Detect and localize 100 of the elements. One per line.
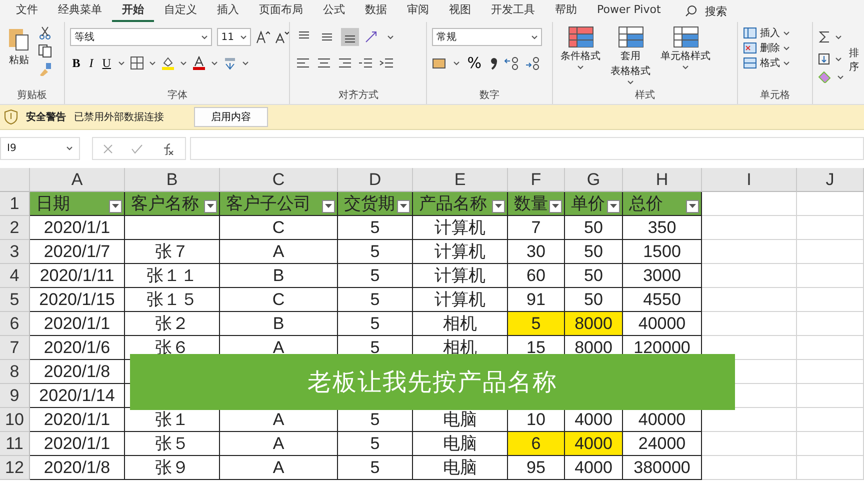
style-button[interactable]: 单元格样式 — [658, 26, 714, 88]
formula-input[interactable] — [190, 137, 864, 160]
table-cell: 2020/1/1 — [30, 216, 125, 240]
filter-button[interactable] — [549, 200, 562, 213]
ribbon-tab[interactable]: 自定义 — [154, 0, 207, 22]
font-size-field[interactable]: 11 — [217, 28, 252, 46]
ribbon-tab[interactable]: 页面布局 — [249, 0, 313, 22]
table-cell: 5 — [338, 216, 413, 240]
underline-button[interactable]: U — [100, 56, 113, 70]
fill-color-icon[interactable] — [160, 56, 175, 70]
increase-decimal-icon[interactable] — [504, 56, 520, 70]
filter-button[interactable] — [204, 200, 217, 213]
ribbon-tab[interactable]: 公式 — [313, 0, 355, 22]
phonetic-icon[interactable] — [222, 56, 237, 70]
row-header[interactable]: 7 — [0, 336, 30, 360]
ribbon-tab[interactable]: 视图 — [439, 0, 481, 22]
table-cell: 350 — [623, 216, 702, 240]
filter-button[interactable] — [397, 200, 410, 213]
filter-button[interactable] — [322, 200, 335, 213]
column-header[interactable]: B — [125, 168, 220, 192]
search-icon[interactable] — [684, 5, 697, 17]
fill-down-icon[interactable] — [818, 53, 830, 65]
cells-button[interactable]: 删除 — [743, 41, 790, 55]
row-header[interactable]: 8 — [0, 360, 30, 384]
table-cell: 50 — [565, 216, 623, 240]
sort-button[interactable]: 排序 — [849, 46, 859, 74]
header-cell-text: 日期 — [36, 193, 70, 215]
column-header[interactable]: J — [797, 168, 864, 192]
decrease-decimal-icon[interactable] — [524, 56, 541, 70]
column-header[interactable]: C — [220, 168, 338, 192]
ribbon-tab[interactable]: 插入 — [207, 0, 249, 22]
italic-button[interactable]: I — [87, 56, 96, 70]
row-header[interactable]: 1 — [0, 192, 30, 216]
table-cell: 计算机 — [413, 216, 508, 240]
style-button[interactable]: 条件格式 — [558, 26, 604, 88]
cells-button[interactable]: 格式 — [743, 56, 790, 70]
filter-button[interactable] — [607, 200, 620, 213]
scissors-icon[interactable] — [38, 26, 52, 40]
vertical-align-icon[interactable] — [341, 28, 360, 46]
ribbon-tab[interactable]: 经典菜单 — [48, 0, 112, 22]
font-name-field[interactable]: 等线 — [70, 28, 212, 46]
ribbon-tab[interactable]: 帮助 — [545, 0, 587, 22]
bold-button[interactable]: B — [70, 56, 82, 70]
ribbon-tab[interactable]: 文件 — [6, 0, 48, 22]
row-header[interactable]: 10 — [0, 408, 30, 432]
column-header[interactable]: H — [623, 168, 702, 192]
enable-content-button[interactable]: 启用内容 — [194, 107, 268, 127]
align-icon[interactable] — [295, 56, 312, 70]
filter-button[interactable] — [109, 200, 122, 213]
row-header[interactable]: 4 — [0, 264, 30, 288]
align-icon[interactable] — [379, 56, 396, 70]
ribbon-tab[interactable]: 开发工具 — [481, 0, 545, 22]
number-format-field[interactable]: 常规 — [432, 28, 542, 46]
ribbon-tab[interactable]: 数据 — [355, 0, 397, 22]
table-cell: 50 — [565, 240, 623, 264]
column-header[interactable]: I — [702, 168, 797, 192]
comma-style-icon[interactable] — [488, 56, 499, 70]
style-button[interactable]: 套用 表格格式 — [608, 26, 654, 88]
row-header[interactable]: 6 — [0, 312, 30, 336]
row-header[interactable]: 5 — [0, 288, 30, 312]
column-header[interactable]: D — [338, 168, 413, 192]
paste-button[interactable]: 粘贴 — [5, 26, 33, 88]
column-header[interactable]: F — [508, 168, 565, 192]
filter-button[interactable] — [492, 200, 505, 213]
caret-icon — [240, 34, 248, 40]
row-header[interactable]: 9 — [0, 384, 30, 408]
row-header[interactable]: 12 — [0, 456, 30, 480]
align-icon[interactable] — [316, 56, 332, 70]
border-icon[interactable] — [130, 56, 144, 70]
filter-button[interactable] — [686, 200, 699, 213]
font-color-icon[interactable] — [192, 56, 206, 70]
table-cell: 2020/1/1 — [30, 312, 125, 336]
column-header[interactable]: A — [30, 168, 125, 192]
percent-button[interactable]: % — [465, 54, 484, 72]
function-icon[interactable] — [161, 142, 175, 154]
cells-button[interactable]: 插入 — [743, 26, 790, 40]
row-header[interactable]: 11 — [0, 432, 30, 456]
caret-icon — [453, 60, 460, 66]
table-cell: B — [220, 312, 338, 336]
group-label: 单元格 — [759, 88, 792, 103]
ribbon-tab[interactable]: Power Pivot — [587, 1, 671, 21]
column-header[interactable]: E — [413, 168, 508, 192]
align-icon[interactable] — [337, 56, 354, 70]
sum-icon[interactable] — [818, 30, 830, 44]
align-icon[interactable] — [358, 56, 374, 70]
copy-icon[interactable] — [38, 44, 52, 58]
row-header[interactable]: 3 — [0, 240, 30, 264]
table-cell: C — [220, 216, 338, 240]
table-cell: 5 — [338, 264, 413, 288]
table-cell: 张５ — [125, 432, 220, 456]
ribbon-tab[interactable]: 审阅 — [397, 0, 439, 22]
shrink-font-icon[interactable] — [275, 30, 290, 44]
grow-font-icon[interactable] — [256, 30, 270, 44]
name-box[interactable]: I9 — [0, 137, 80, 160]
caret-icon — [325, 204, 332, 209]
check-icon[interactable] — [131, 144, 143, 154]
currency-icon[interactable] — [432, 56, 448, 70]
search-label[interactable]: 搜索 — [704, 4, 727, 18]
row-header[interactable]: 2 — [0, 216, 30, 240]
column-header[interactable]: G — [565, 168, 623, 192]
